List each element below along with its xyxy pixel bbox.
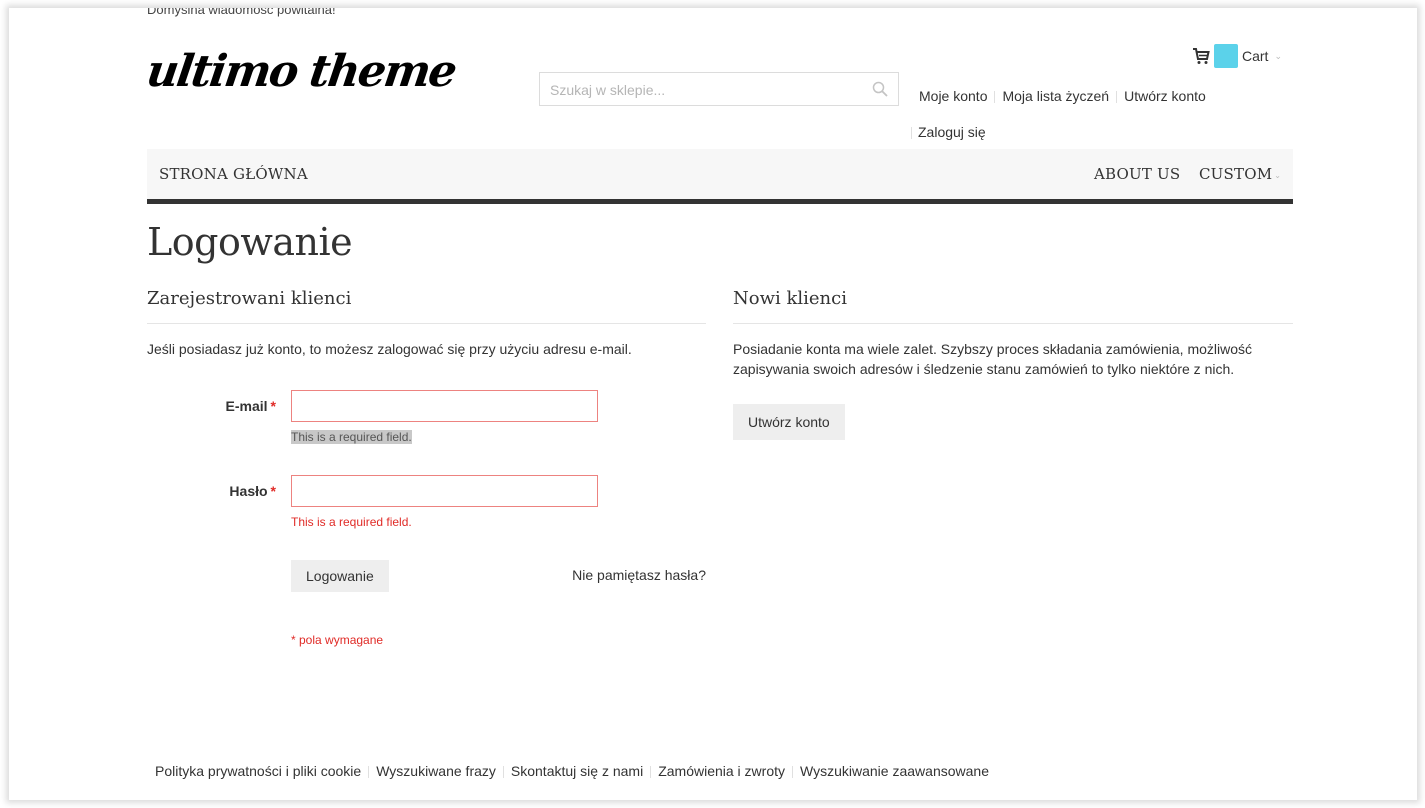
email-error-message: This is a required field. — [291, 430, 412, 444]
footer-link-advanced-search[interactable]: Wyszukiwanie zaawansowane — [800, 763, 989, 779]
password-error-message: This is a required field. — [291, 515, 412, 529]
mini-cart[interactable]: Cart ⌄ — [1192, 44, 1282, 68]
new-customers-heading: Nowi klienci — [733, 288, 1293, 324]
footer-links: Polityka prywatności i pliki cookie Wyszu… — [155, 763, 989, 779]
chevron-down-icon: ⌄ — [1274, 170, 1282, 180]
link-separator — [368, 766, 370, 779]
footer-link-privacy[interactable]: Polityka prywatności i pliki cookie — [155, 763, 361, 779]
link-separator — [911, 127, 912, 140]
welcome-message: Domyślna wiadomość powitalna! — [147, 8, 336, 17]
footer-link-search-terms[interactable]: Wyszukiwane frazy — [376, 763, 496, 779]
password-label: Hasło * — [229, 483, 276, 499]
registered-customers-block: Zarejestrowani klienci Jeśli posiadasz j… — [147, 288, 706, 647]
password-field[interactable] — [291, 475, 598, 507]
top-links: Moje konto Moja lista życzeń Utwórz konto Z… — [911, 78, 1231, 150]
new-customers-block: Nowi klienci Posiadanie konta ma wiele z… — [733, 288, 1293, 440]
search-input[interactable] — [548, 73, 862, 107]
main-navigation: STRONA GŁÓWNA ABOUT US CUSTOM ⌄ — [147, 149, 1293, 204]
link-separator — [502, 766, 504, 779]
search-icon[interactable] — [872, 81, 888, 97]
cart-icon — [1193, 48, 1210, 64]
sign-in-link[interactable]: Zaloguj się — [918, 124, 986, 140]
page-title: Logowanie — [147, 220, 353, 264]
nav-item-home[interactable]: STRONA GŁÓWNA — [159, 165, 308, 183]
browser-viewport: Domyślna wiadomość powitalna! ultimo the… — [9, 8, 1417, 800]
create-account-link[interactable]: Utwórz konto — [1124, 88, 1206, 104]
required-fields-note: * pola wymagane — [291, 633, 384, 647]
create-account-button[interactable]: Utwórz konto — [733, 404, 845, 440]
new-customers-text: Posiadanie konta ma wiele zalet. Szybszy… — [733, 341, 1253, 377]
search-box — [539, 72, 899, 107]
nav-item-custom[interactable]: CUSTOM ⌄ — [1199, 165, 1281, 183]
link-separator — [792, 766, 794, 779]
password-label-text: Hasło — [229, 483, 268, 499]
cart-count-badge — [1214, 44, 1238, 68]
nav-item-about-us[interactable]: ABOUT US — [1094, 165, 1180, 183]
link-separator — [994, 91, 996, 104]
email-label: E-mail * — [226, 398, 276, 414]
my-account-link[interactable]: Moje konto — [919, 88, 987, 104]
chevron-down-icon: ⌄ — [1274, 50, 1282, 61]
link-separator — [1116, 91, 1118, 104]
forgot-password-link[interactable]: Nie pamiętasz hasła? — [572, 567, 706, 583]
login-page: Domyślna wiadomość powitalna! ultimo the… — [9, 8, 1417, 800]
registered-customers-heading: Zarejestrowani klienci — [147, 288, 706, 324]
email-label-text: E-mail — [225, 398, 268, 414]
cart-label: Cart — [1242, 48, 1269, 64]
email-field[interactable] — [291, 390, 598, 422]
footer-link-orders-returns[interactable]: Zamówienia i zwroty — [658, 763, 785, 779]
login-button[interactable]: Logowanie — [291, 560, 389, 592]
wishlist-link[interactable]: Moja lista życzeń — [1002, 88, 1109, 104]
nav-item-custom-label: CUSTOM — [1199, 165, 1273, 183]
footer-link-contact[interactable]: Skontaktuj się z nami — [511, 763, 643, 779]
link-separator — [650, 766, 652, 779]
site-logo[interactable]: ultimo theme — [143, 46, 458, 97]
registered-customers-intro: Jeśli posiadasz już konto, to możesz zal… — [147, 341, 632, 357]
required-mark: * — [270, 398, 276, 414]
required-mark: * — [270, 483, 276, 499]
